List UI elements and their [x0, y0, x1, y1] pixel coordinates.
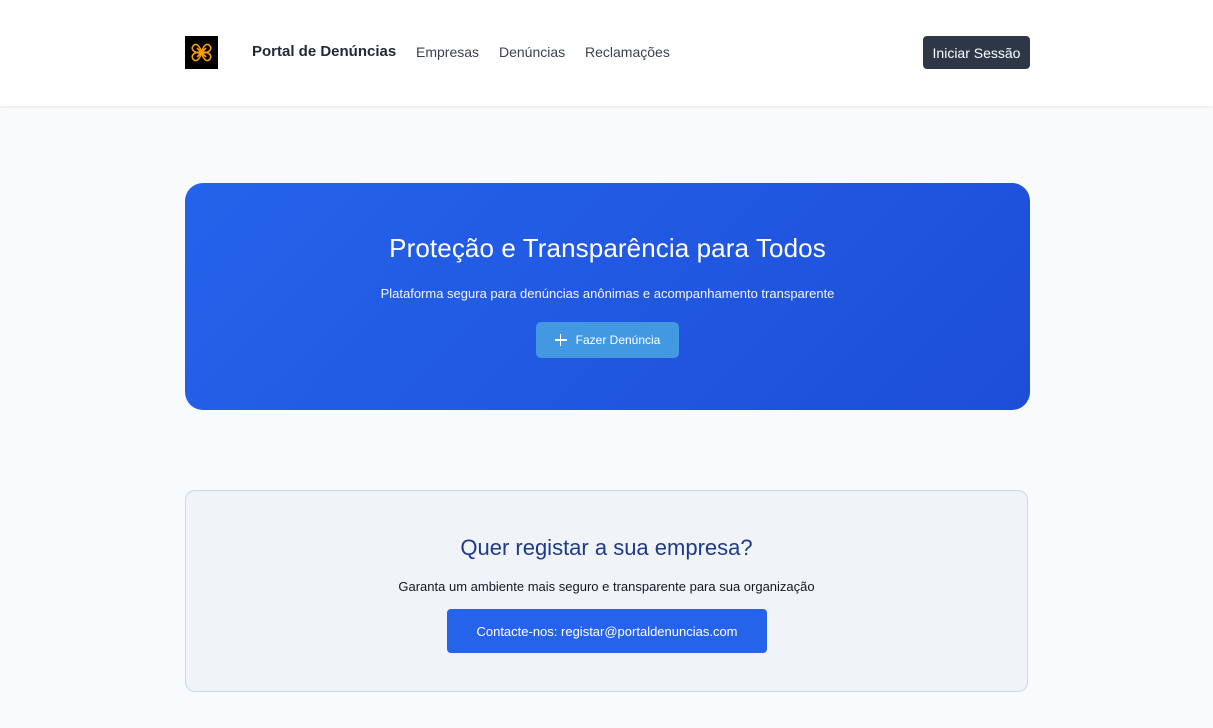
make-report-label: Fazer Denúncia: [575, 333, 661, 347]
nav-link-empresas[interactable]: Empresas: [416, 44, 479, 60]
nav-link-reclamacoes[interactable]: Reclamações: [585, 44, 670, 60]
register-title: Quer registar a sua empresa?: [460, 535, 753, 560]
contact-button[interactable]: Contacte-nos: registar@portaldenuncias.c…: [447, 609, 767, 653]
logo[interactable]: [185, 36, 218, 69]
celtic-knot-logo-icon: [191, 43, 212, 62]
nav-link-denuncias[interactable]: Denúncias: [499, 44, 565, 60]
register-subtitle: Garanta um ambiente mais seguro e transp…: [398, 579, 815, 594]
plus-icon: [554, 334, 567, 346]
login-button[interactable]: Iniciar Sessão: [923, 36, 1030, 69]
brand-title[interactable]: Portal de Denúncias: [252, 43, 396, 60]
hero-banner: Proteção e Transparência para Todos Plat…: [185, 183, 1030, 410]
register-company-card: Quer registar a sua empresa? Garanta um …: [185, 490, 1028, 692]
navbar: Portal de Denúncias Empresas Denúncias R…: [0, 0, 1213, 106]
make-report-button[interactable]: Fazer Denúncia: [536, 322, 679, 358]
hero-title: Proteção e Transparência para Todos: [389, 233, 826, 263]
hero-subtitle: Plataforma segura para denúncias anônima…: [380, 286, 835, 301]
